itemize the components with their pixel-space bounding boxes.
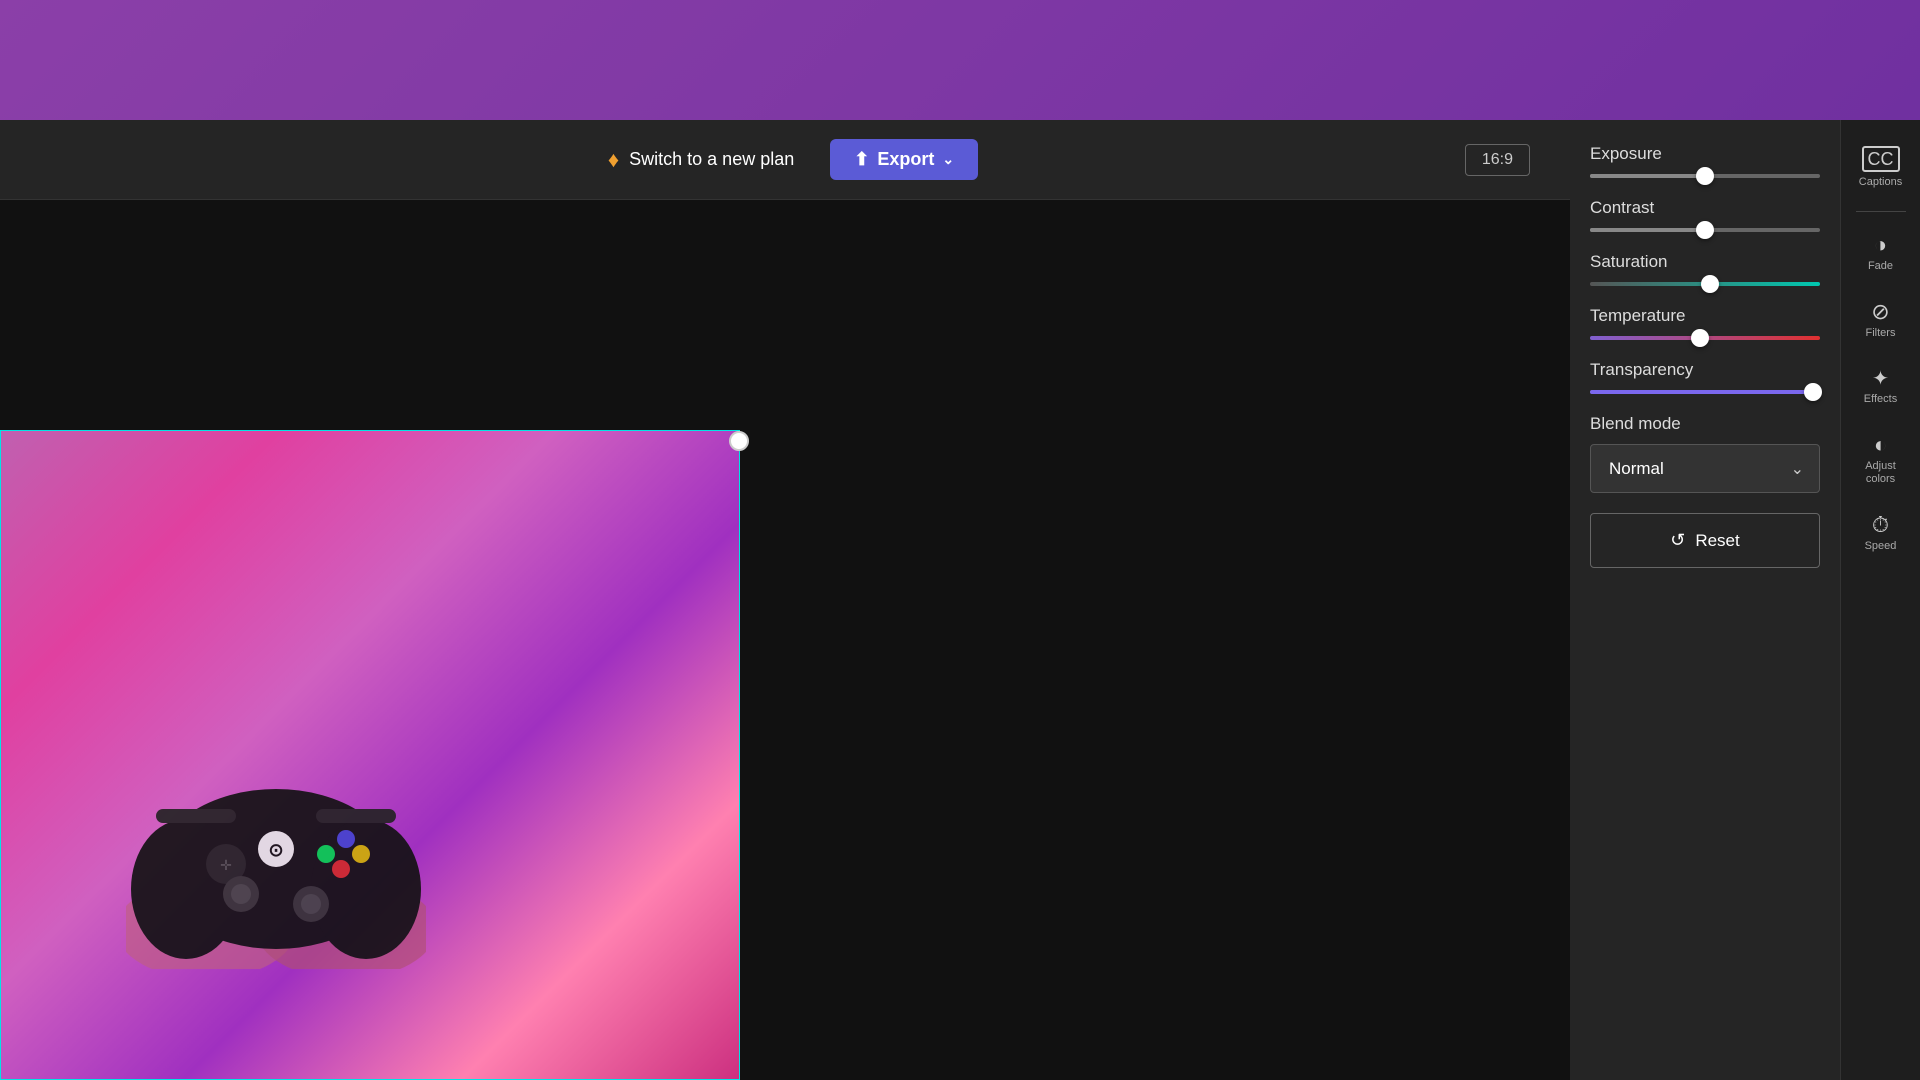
diamond-icon: ♦ [608, 147, 619, 173]
saturation-label: Saturation [1590, 252, 1820, 272]
export-up-icon: ⬆ [854, 149, 869, 170]
transparency-thumb[interactable] [1804, 383, 1822, 401]
aspect-ratio-value: 16:9 [1482, 151, 1513, 168]
fade-label: Fade [1868, 260, 1893, 273]
controller-visual: ⊙ ✛ [101, 639, 451, 1039]
sidebar-item-adjust-colors[interactable]: ◐ Adjust colors [1846, 424, 1916, 496]
switch-plan-label: Switch to a new plan [629, 149, 794, 170]
captions-label: Captions [1859, 176, 1902, 189]
sidebar-item-speed[interactable]: ⏱ Speed [1846, 504, 1916, 563]
effects-label: Effects [1864, 393, 1897, 406]
edge-resize-handle[interactable] [729, 431, 749, 451]
temperature-section: Temperature [1590, 306, 1820, 340]
speed-label: Speed [1865, 540, 1897, 553]
captions-icon: CC [1862, 146, 1900, 172]
saturation-slider-track[interactable] [1590, 282, 1820, 286]
sidebar-item-effects[interactable]: ✦ Effects [1846, 359, 1916, 416]
transparency-section: Transparency [1590, 360, 1820, 394]
effects-icon: ✦ [1872, 369, 1889, 389]
saturation-thumb[interactable] [1701, 275, 1719, 293]
preview-toolbar: ♦ Switch to a new plan ⬆ Export ⌄ 16:9 [0, 120, 1570, 200]
transparency-slider-track[interactable] [1590, 390, 1820, 394]
exposure-section: Exposure [1590, 144, 1820, 178]
svg-text:⊙: ⊙ [268, 840, 283, 860]
controller-svg: ⊙ ✛ [126, 709, 426, 969]
export-label: Export [877, 149, 934, 170]
contrast-slider-track[interactable] [1590, 228, 1820, 232]
blend-mode-label: Blend mode [1590, 414, 1820, 434]
video-canvas: ⊙ ✛ [0, 200, 1570, 1080]
switch-plan-button[interactable]: ♦ Switch to a new plan [592, 139, 810, 181]
contrast-section: Contrast [1590, 198, 1820, 232]
sidebar-item-captions[interactable]: CC Captions [1846, 136, 1916, 199]
contrast-thumb[interactable] [1696, 221, 1714, 239]
export-chevron-icon: ⌄ [942, 151, 954, 168]
aspect-ratio-badge[interactable]: 16:9 [1465, 144, 1530, 176]
divider-1 [1856, 211, 1906, 212]
side-icons-panel: CC Captions ◑ Fade ⊘ Filters ✦ Effects ◐… [1840, 120, 1920, 1080]
adjust-colors-icon: ◐ [1874, 434, 1887, 456]
reset-label: Reset [1695, 531, 1739, 551]
blend-mode-section: Blend mode Normal Multiply Screen Overla… [1590, 414, 1820, 493]
sidebar-item-filters[interactable]: ⊘ Filters [1846, 291, 1916, 350]
svg-text:✛: ✛ [220, 857, 232, 873]
preview-area: ♦ Switch to a new plan ⬆ Export ⌄ 16:9 [0, 120, 1570, 1080]
video-preview: ⊙ ✛ [0, 430, 740, 1080]
filters-icon: ⊘ [1871, 301, 1889, 323]
exposure-label: Exposure [1590, 144, 1820, 164]
temperature-label: Temperature [1590, 306, 1820, 326]
blend-mode-select[interactable]: Normal Multiply Screen Overlay Darken Li… [1590, 444, 1820, 493]
right-panel: Exposure Contrast Saturation [1570, 120, 1920, 1080]
temperature-slider-track[interactable] [1590, 336, 1820, 340]
filters-label: Filters [1866, 327, 1896, 340]
speed-icon: ⏱ [1872, 514, 1889, 536]
reset-button[interactable]: ↺ Reset [1590, 513, 1820, 568]
sidebar-item-fade[interactable]: ◑ Fade [1846, 224, 1916, 283]
reset-icon: ↺ [1670, 530, 1685, 551]
contrast-label: Contrast [1590, 198, 1820, 218]
adjust-colors-label: Adjust colors [1852, 460, 1910, 486]
adjustments-panel: Exposure Contrast Saturation [1570, 120, 1840, 1080]
exposure-slider-track[interactable] [1590, 174, 1820, 178]
exposure-thumb[interactable] [1696, 167, 1714, 185]
transparency-label: Transparency [1590, 360, 1820, 380]
export-button[interactable]: ⬆ Export ⌄ [830, 139, 978, 180]
blend-mode-dropdown[interactable]: Normal Multiply Screen Overlay Darken Li… [1590, 444, 1820, 493]
saturation-section: Saturation [1590, 252, 1820, 286]
fade-icon: ◑ [1874, 234, 1887, 256]
temperature-thumb[interactable] [1691, 329, 1709, 347]
